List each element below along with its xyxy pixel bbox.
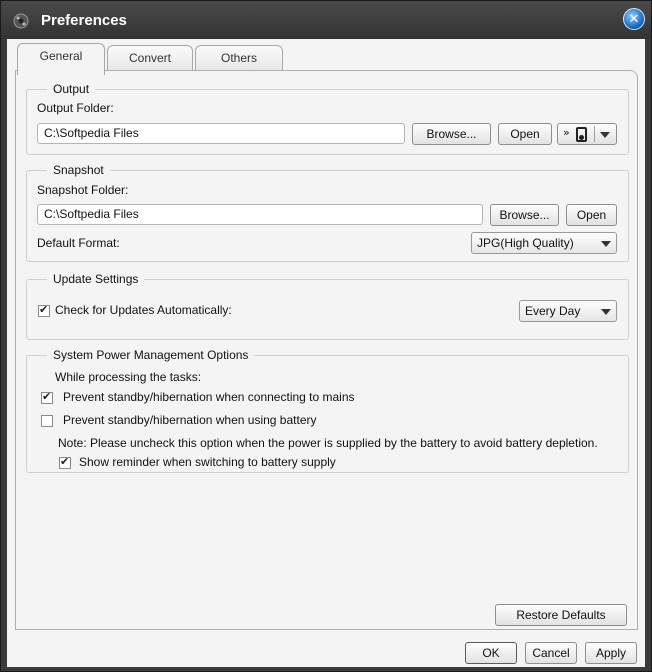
fast-forward-icon: »	[563, 126, 570, 139]
snapshot-legend: Snapshot	[47, 163, 110, 177]
output-open-button[interactable]: Open	[498, 123, 552, 145]
device-dropdown-button[interactable]: »	[557, 123, 617, 145]
apply-button[interactable]: Apply	[585, 642, 637, 664]
power-intro-label: While processing the tasks:	[55, 370, 202, 384]
tab-others[interactable]: Others	[195, 45, 283, 72]
prevent-mains-checkbox[interactable]	[41, 390, 53, 404]
check-updates-checkbox[interactable]	[38, 303, 50, 317]
prevent-battery-label: Prevent standby/hibernation when using b…	[63, 413, 317, 427]
battery-reminder-checkbox[interactable]	[59, 455, 71, 469]
power-management-group: System Power Management Options While pr…	[26, 348, 629, 473]
title-bar: Preferences ✕	[1, 1, 651, 39]
default-format-select[interactable]: JPG(High Quality)	[471, 232, 617, 254]
output-group: Output Output Folder: C:\Softpedia Files…	[26, 82, 629, 155]
battery-note: Note: Please uncheck this option when th…	[58, 436, 598, 450]
chevron-down-icon	[600, 132, 610, 138]
close-button[interactable]: ✕	[623, 8, 645, 30]
snapshot-folder-field[interactable]: C:\Softpedia Files	[37, 204, 483, 225]
media-player-icon	[576, 127, 587, 142]
update-legend: Update Settings	[47, 272, 145, 286]
snapshot-folder-label: Snapshot Folder:	[37, 183, 129, 197]
default-format-label: Default Format:	[37, 236, 120, 250]
tab-convert[interactable]: Convert	[107, 45, 193, 72]
power-legend: System Power Management Options	[47, 348, 255, 362]
output-browse-button[interactable]: Browse...	[412, 123, 491, 145]
default-format-value: JPG(High Quality)	[477, 236, 574, 250]
output-folder-field[interactable]: C:\Softpedia Files	[37, 123, 405, 144]
update-frequency-select[interactable]: Every Day	[519, 300, 617, 322]
output-folder-label: Output Folder:	[37, 101, 114, 115]
close-icon: ✕	[628, 11, 640, 26]
restore-defaults-button[interactable]: Restore Defaults	[495, 604, 627, 626]
cancel-button[interactable]: Cancel	[525, 642, 577, 664]
window-title: Preferences	[41, 12, 127, 29]
update-settings-group: Update Settings Check for Updates Automa…	[26, 272, 629, 340]
snapshot-browse-button[interactable]: Browse...	[490, 204, 559, 226]
snapshot-group: Snapshot Snapshot Folder: C:\Softpedia F…	[26, 163, 629, 262]
chevron-down-icon	[601, 309, 611, 315]
chevron-down-icon	[601, 241, 611, 247]
divider	[594, 126, 595, 142]
app-icon	[13, 13, 29, 29]
snapshot-open-button[interactable]: Open	[566, 204, 617, 226]
prevent-battery-checkbox[interactable]	[41, 415, 53, 427]
ok-button[interactable]: OK	[465, 642, 517, 664]
update-frequency-value: Every Day	[525, 304, 581, 318]
preferences-window: Preferences ✕ General Convert Others Out…	[0, 0, 652, 672]
battery-reminder-label: Show reminder when switching to battery …	[79, 455, 336, 469]
general-panel: Output Output Folder: C:\Softpedia Files…	[15, 70, 638, 630]
check-updates-label: Check for Updates Automatically:	[55, 303, 232, 317]
prevent-mains-label: Prevent standby/hibernation when connect…	[63, 390, 355, 404]
tab-general[interactable]: General	[17, 43, 105, 75]
dialog-client-area: General Convert Others Output Output Fol…	[7, 39, 645, 667]
output-legend: Output	[47, 82, 96, 96]
